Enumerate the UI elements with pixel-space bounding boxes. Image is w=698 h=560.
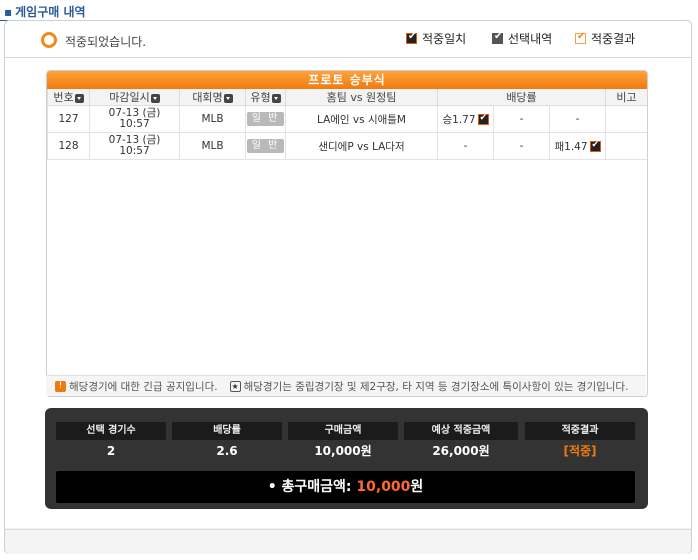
legend-hit: ✔ 적중일치 bbox=[406, 31, 467, 46]
col-type[interactable]: 유형 bbox=[245, 89, 286, 106]
status-ring-icon bbox=[41, 32, 57, 48]
type-badge: 일 반 bbox=[246, 112, 285, 126]
table-row: 128 07-13 (금) 10:57 MLB 일 반 샌디에P vs LA다저 … bbox=[47, 132, 647, 160]
summary-expected: 26,000원 bbox=[432, 444, 490, 458]
summary-odds: 2.6 bbox=[216, 444, 238, 458]
grid-title: 프로토 승부식 bbox=[47, 71, 647, 89]
summary-header-result: 적중결과 bbox=[525, 422, 635, 440]
bullet-icon: ▪ bbox=[4, 5, 13, 19]
hit-check-icon: ✔ bbox=[406, 31, 417, 44]
star-icon: ★ bbox=[229, 380, 241, 392]
notice-bar: ! 해당경기에 대한 긴급 공지입니다. ★ 해당경기는 중립경기장 및 제2구… bbox=[46, 375, 646, 396]
sort-icon[interactable] bbox=[223, 93, 233, 103]
summary-result: [적중] bbox=[563, 444, 597, 458]
col-league[interactable]: 대회명 bbox=[179, 89, 246, 106]
total-unit: 원 bbox=[410, 479, 424, 495]
summary-amount: 10,000원 bbox=[314, 444, 372, 458]
warning-icon: ! bbox=[55, 380, 66, 392]
table-header-row: 번호 마감일시 대회명 유형 홈팀 vs 원정팀 배당률 비고 bbox=[47, 89, 647, 106]
status-text: 적중되었습니다. bbox=[65, 35, 147, 49]
summary-header-odds: 배당률 bbox=[172, 422, 282, 440]
type-badge: 일 반 bbox=[246, 139, 285, 153]
selected-check-icon: ✔ bbox=[492, 31, 503, 44]
summary-games: 2 bbox=[106, 444, 116, 458]
sort-icon[interactable] bbox=[74, 93, 84, 103]
total-amount: 10,000 bbox=[356, 479, 411, 495]
col-note: 비고 bbox=[605, 89, 647, 106]
summary-header-expected: 예상 적중금액 bbox=[404, 422, 518, 440]
table-row: 127 07-13 (금) 10:57 MLB 일 반 LA에인 vs 시애틀M … bbox=[47, 105, 647, 133]
status-bar: 적중되었습니다. ✔ 적중일치 ✔ 선택내역 ✔ 적중결과 bbox=[5, 21, 691, 58]
col-deadline[interactable]: 마감일시 bbox=[89, 89, 180, 106]
sort-icon[interactable] bbox=[271, 93, 281, 103]
summary-header-games: 선택 경기수 bbox=[56, 422, 166, 440]
bottom-strip bbox=[5, 529, 691, 554]
col-match: 홈팀 vs 원정팀 bbox=[285, 89, 438, 106]
game-grid: 프로토 승부식 번호 마감일시 대회명 유형 홈팀 vs 원정팀 배당률 비고 … bbox=[46, 70, 648, 397]
hit-check-icon bbox=[589, 140, 601, 152]
total-label: 총구매금액: bbox=[281, 479, 352, 495]
summary-header-amount: 구매금액 bbox=[288, 422, 398, 440]
bullet-icon: • bbox=[267, 479, 277, 495]
section-title: ▪ 게임구매 내역 bbox=[4, 5, 86, 19]
legend-result: ✔ 적중결과 bbox=[575, 31, 636, 46]
hit-check-icon bbox=[477, 113, 489, 125]
result-check-icon: ✔ bbox=[575, 31, 586, 44]
total-purchase: • 총구매금액: 10,000원 bbox=[56, 471, 635, 503]
game-table: 번호 마감일시 대회명 유형 홈팀 vs 원정팀 배당률 비고 127 07-1… bbox=[47, 89, 647, 160]
col-number[interactable]: 번호 bbox=[47, 89, 90, 106]
purchase-summary: 선택 경기수 배당률 구매금액 예상 적중금액 적중결과 2 2.6 10,00… bbox=[45, 408, 648, 509]
col-odds: 배당률 bbox=[436, 89, 607, 106]
sort-icon[interactable] bbox=[150, 93, 160, 103]
legend-selected: ✔ 선택내역 bbox=[492, 31, 553, 46]
